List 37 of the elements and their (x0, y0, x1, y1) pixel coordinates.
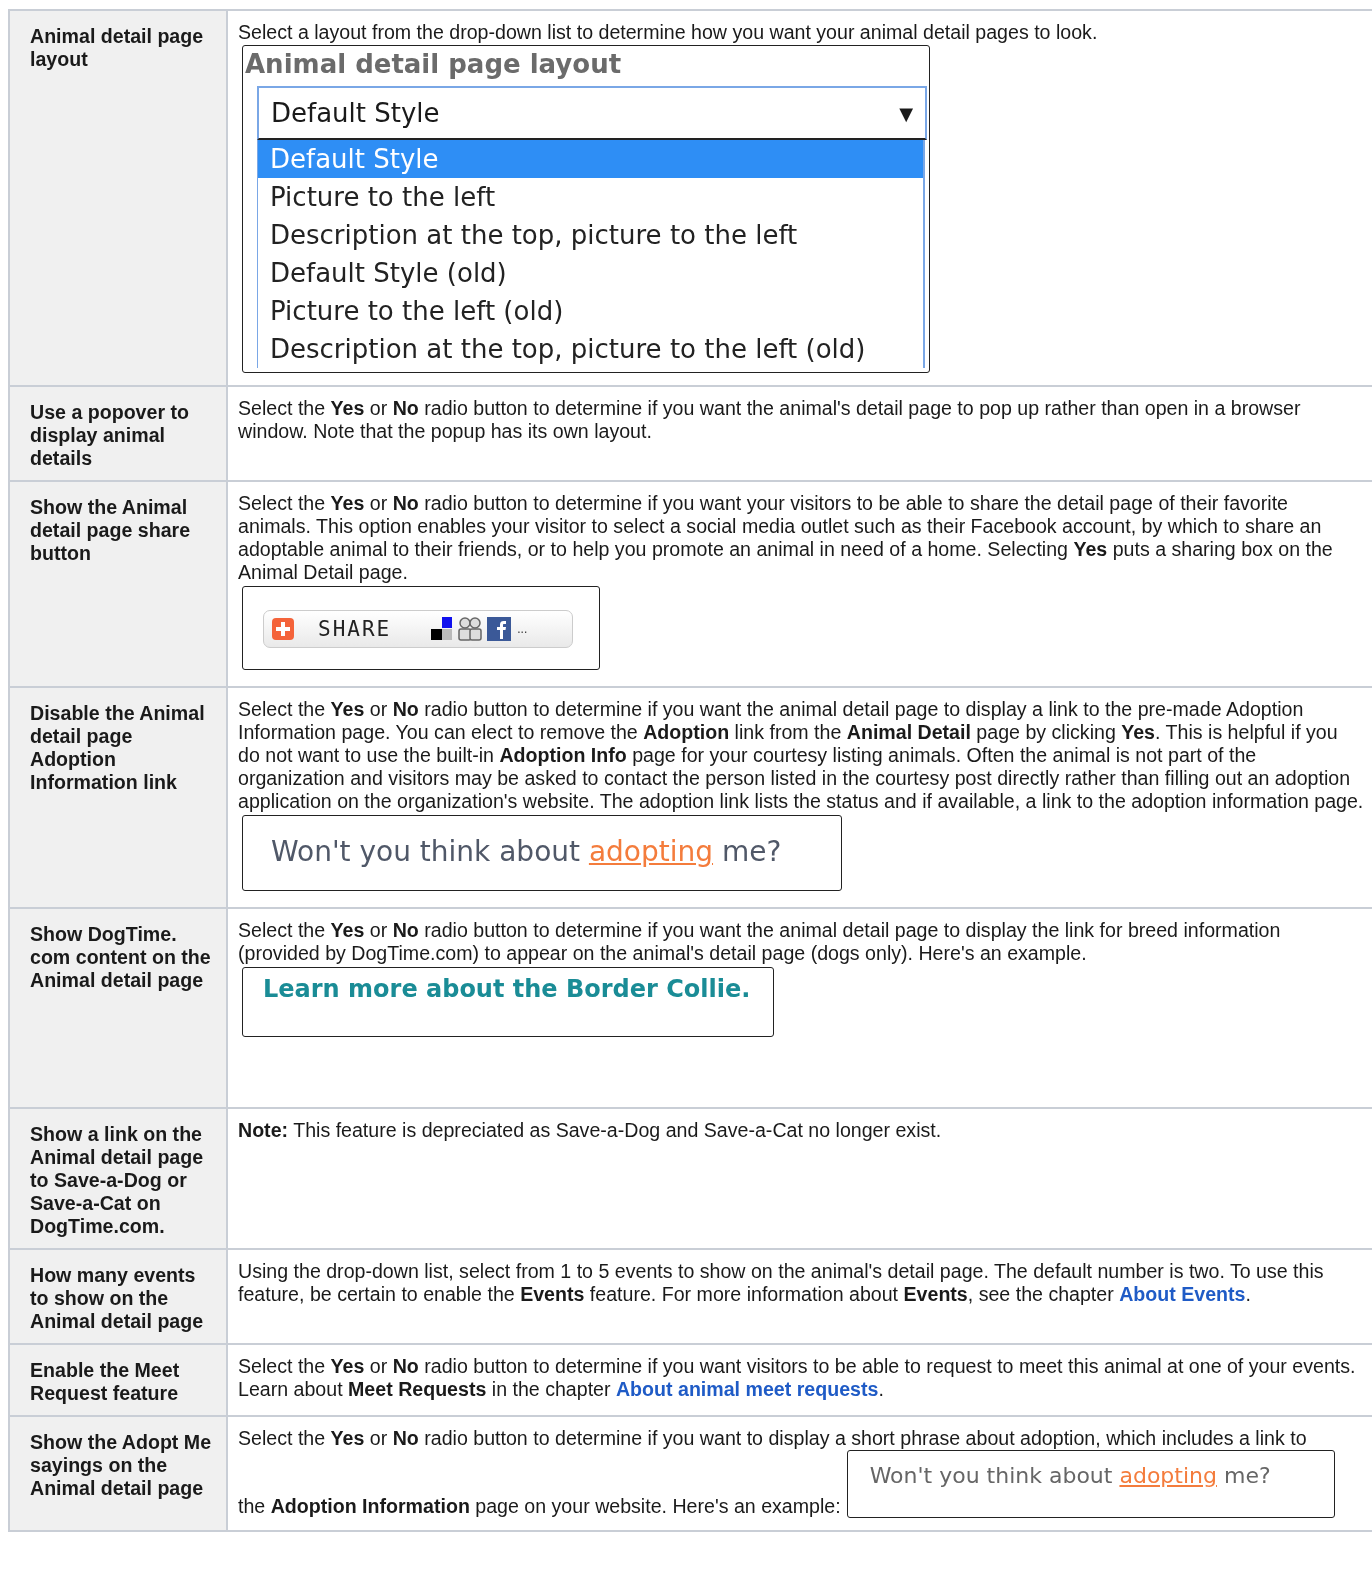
field-title: Animal detail page layout (244, 48, 622, 81)
description-text: Select a layout from the drop-down list to determine how you want your animal detail pages to look. (238, 21, 1099, 44)
setting-label: Disable the Animal detail page Adoption Information link (9, 687, 227, 908)
chapter-link[interactable]: About animal meet requests (615, 1378, 879, 1400)
setting-label: Show the Adopt Me sayings on the Animal detail page (9, 1416, 227, 1531)
dropdown-option[interactable]: Description at the top, picture to the left (old) (258, 330, 923, 368)
description-text: Using the drop-down list, select from 1 to 5 events to show on the animal's detail page. The default number is two. To use this feature, be certain to enable the Events feature. For more information about Events, see the chapter About Events. (238, 1260, 1325, 1306)
dropdown-option[interactable]: Picture to the left (old) (258, 292, 923, 330)
dropdown-option[interactable]: Description at the top, picture to the left (258, 216, 923, 254)
setting-label: Use a popover to display animal details (9, 386, 227, 481)
breed-link[interactable]: Learn more about the Border Collie. (263, 975, 751, 1003)
squares-icon (431, 617, 454, 641)
setting-label: Show the Animal detail page share button (9, 481, 227, 687)
setting-label: Enable the Meet Request feature (9, 1344, 227, 1416)
description-text: Select the Yes or No radio button to determine if you want the animal's detail page to pop up rather than open in a browser window. Note that the popup has its own layout. (238, 397, 1302, 443)
description-text: Note: This feature is depreciated as Save-a-Dog and Save-a-Cat no longer exist. (238, 1119, 943, 1142)
select-field[interactable]: Default Style ▼ (257, 86, 927, 140)
caret-icon: ▼ (899, 101, 913, 125)
description-text: Select the Yes or No radio button to determine if you want the animal detail page to display the link for breed information (provided by DogTime.com) to appear on the animal's detail page (dogs only). Here's an example. (238, 919, 1282, 965)
dropdown-option[interactable]: Picture to the left (258, 178, 923, 216)
setting-label: Show DogTime. com content on the Animal detail page (9, 908, 227, 1108)
share-button[interactable]: SHARE ... (263, 610, 573, 648)
description-text: the Adoption Information page on your website. Here's an example: (238, 1495, 841, 1518)
people-icon (457, 617, 484, 641)
plus-icon (272, 618, 294, 640)
setting-label: Animal detail page layout (9, 10, 227, 386)
description-text: Select the Yes or No radio button to determine if you want the animal detail page to display a link to the pre-made Adoption Information page. You can elect to remove the Adoption link from the Animal Detail page by clicking Yes. This is helpful if you do not want to use the built-in Adoption Info page for your courtesy listing animals. Often the animal is not part of the organization and visitors may be asked to contact the person listed in the courtesy post directly rather than filling out an adoption application on the organization's website. The adoption link lists the status and if available, a link to the adoption information page. (238, 698, 1364, 813)
description-text: Select the Yes or No radio button to determine if you want to display a short phrase about adoption, which includes a link to (238, 1427, 1308, 1450)
facebook-icon (487, 617, 512, 641)
adopt-phrase: Won't you think about adopting me? (869, 1463, 1271, 1488)
chapter-link[interactable]: About Events (1119, 1283, 1246, 1305)
dropdown-option[interactable]: Default Style (old) (258, 254, 923, 292)
description-text: Select the Yes or No radio button to determine if you want visitors to be able to request to meet this animal at one of your events. Learn about Meet Requests in the chapter About animal meet requests. (238, 1355, 1357, 1401)
setting-label: How many events to show on the Animal detail page (9, 1249, 227, 1344)
setting-label: Show a link on the Animal detail page to Save-a-Dog or Save-a-Cat on DogTime.com. (9, 1108, 227, 1249)
adopt-phrase: Won't you think about adopting me? (271, 835, 782, 868)
description-text: Select the Yes or No radio button to determine if you want your visitors to be able to share the detail page of their favorite animals. This option enables your visitor to select a social media outlet such as their Facebook account, by which to share an adoptable animal to their friends, or to help you promote an animal in need of a home. Selecting Yes puts a sharing box on the Animal Detail page. (238, 492, 1334, 584)
